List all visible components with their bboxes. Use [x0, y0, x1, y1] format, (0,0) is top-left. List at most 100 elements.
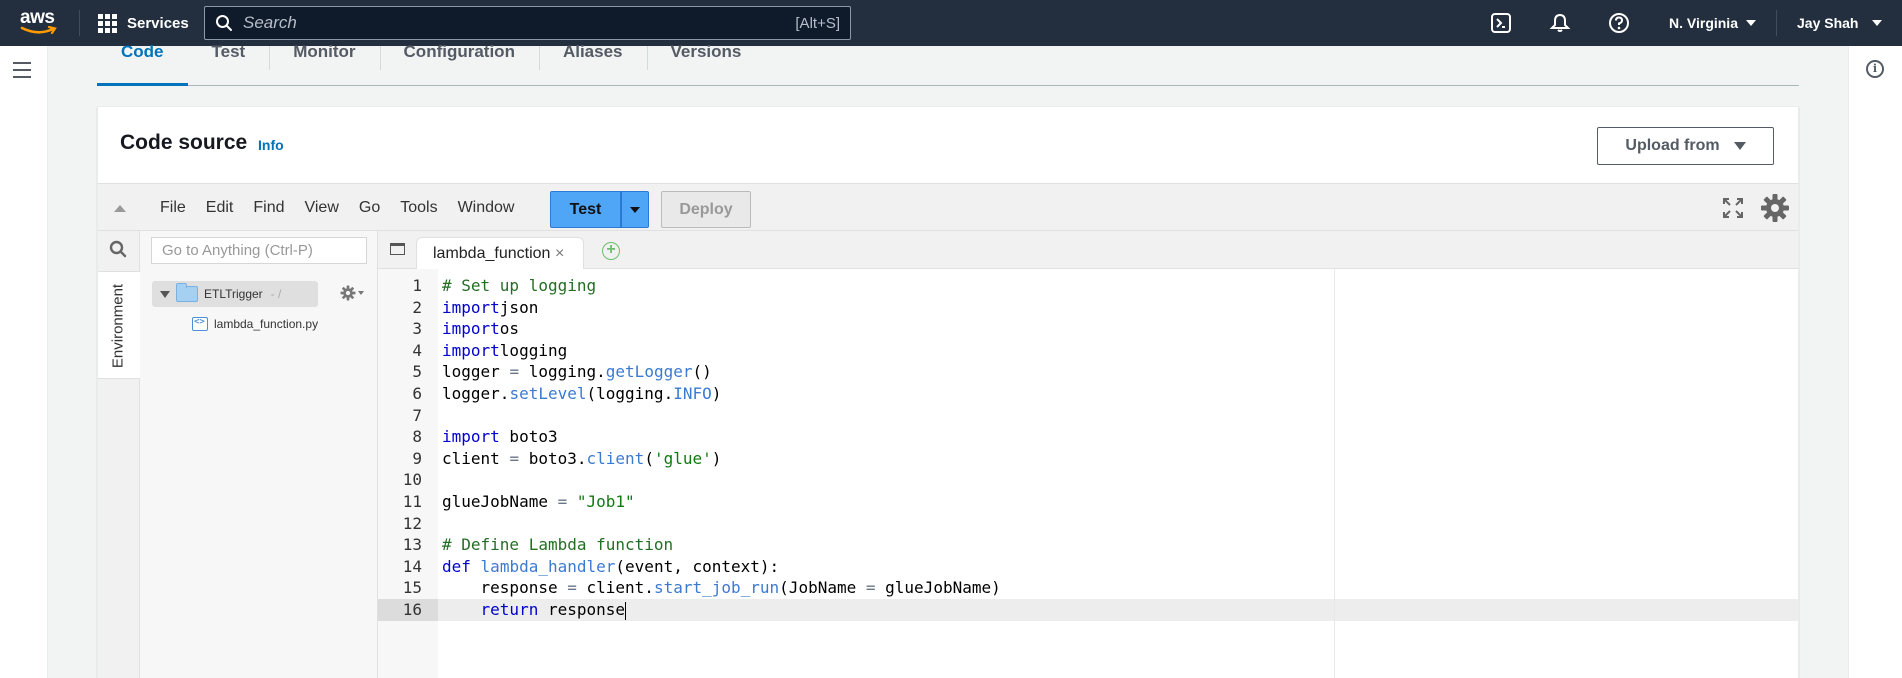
tree-settings-button[interactable] [340, 285, 364, 301]
tab-code[interactable]: Code [97, 43, 188, 86]
tree-root-folder[interactable]: ETLTrigger - / [152, 281, 318, 307]
python-file-icon [192, 317, 208, 331]
aws-logo[interactable]: aws [20, 8, 60, 38]
code-line: glueJobName = "Job1" [442, 491, 635, 513]
search-input[interactable] [243, 13, 796, 33]
line-number: 9 [412, 448, 422, 468]
help-icon[interactable] [1608, 12, 1630, 34]
menu-view[interactable]: View [294, 199, 348, 217]
editor-tab-label: lambda_function [433, 244, 551, 262]
code-line: def lambda_handler(event, context): [442, 556, 779, 578]
function-tabs: Code Test Monitor Configuration Aliases … [97, 43, 1799, 86]
code-token: boto3 [499, 427, 558, 447]
line-number: 2 [412, 297, 422, 317]
tab-configuration[interactable]: Configuration [379, 43, 539, 86]
account-menu[interactable]: Jay Shah [1797, 0, 1883, 46]
services-label: Services [127, 14, 189, 32]
test-button[interactable]: Test [550, 191, 621, 228]
top-navigation-bar: aws Services [Alt+S] N. Virginia [0, 0, 1902, 46]
editor-tab-bar: lambda_function × + [378, 231, 1798, 269]
fullscreen-icon[interactable] [1722, 197, 1744, 219]
code-token: = [509, 362, 520, 382]
aws-smile-icon [20, 26, 57, 35]
line-number: 3 [412, 319, 422, 339]
tree-file-label: lambda_function.py [214, 317, 319, 331]
code-line: importjson [442, 297, 538, 319]
tab-versions[interactable]: Versions [646, 43, 766, 86]
services-menu-button[interactable]: Services [98, 0, 189, 46]
environment-tab[interactable]: Environment [98, 271, 140, 379]
code-source-panel: Code source Info Upload from File Edit F… [97, 106, 1799, 678]
menu-icon[interactable] [13, 62, 31, 78]
code-line: # Define Lambda function [442, 534, 673, 556]
region-selector[interactable]: N. Virginia [1669, 0, 1756, 46]
menu-window[interactable]: Window [448, 199, 525, 217]
editor-tab-lambda-function[interactable]: lambda_function × [416, 237, 584, 269]
caret-down-icon [1733, 142, 1746, 150]
code-token: logger. [442, 384, 510, 403]
test-dropdown-button[interactable] [621, 191, 649, 228]
menu-file[interactable]: File [150, 199, 196, 217]
side-search-row [98, 231, 140, 269]
test-split-button: Test [550, 191, 649, 228]
tree-root-path: - / [270, 287, 282, 301]
tab-aliases[interactable]: Aliases [538, 43, 647, 86]
nav-separator [1776, 10, 1777, 36]
go-to-anything-input[interactable] [151, 237, 367, 264]
menu-edit[interactable]: Edit [196, 199, 244, 217]
user-name: Jay Shah [1797, 15, 1859, 31]
line-number: 5 [412, 362, 422, 382]
right-rail: i [1848, 46, 1902, 678]
chevron-down-icon [1872, 20, 1883, 26]
code-token: import [442, 297, 500, 317]
line-number: 4 [412, 340, 422, 360]
code-token: 'glue' [653, 448, 712, 468]
close-icon[interactable]: × [555, 245, 564, 263]
grid-icon [98, 13, 117, 33]
panel-title: Code source [120, 131, 248, 154]
code-token: lambda_handler [480, 556, 616, 576]
triangle-down-icon[interactable] [160, 290, 170, 298]
code-token: "Job1" [576, 492, 635, 511]
code-editor[interactable]: # Set up logging importjson importos import… [438, 269, 1798, 678]
search-box[interactable]: [Alt+S] [204, 6, 851, 40]
line-number: 14 [402, 556, 422, 576]
info-panel-icon[interactable]: i [1866, 60, 1884, 78]
caret-down-icon [630, 206, 640, 213]
code-token: boto3. [519, 448, 587, 468]
tab-monitor[interactable]: Monitor [269, 43, 379, 86]
code-line: client = boto3.client('glue') [442, 448, 721, 470]
ide-menu: File Edit Find View Go Tools Window [150, 184, 524, 232]
left-rail [0, 46, 48, 678]
line-number: 16 [402, 600, 422, 619]
text-cursor [625, 601, 627, 620]
menu-go[interactable]: Go [349, 199, 390, 217]
code-line: response = client.start_job_run(JobName … [442, 577, 1001, 599]
menu-find[interactable]: Find [243, 199, 294, 217]
gear-icon[interactable] [1760, 193, 1790, 223]
collapse-menubar-icon[interactable] [114, 205, 126, 212]
line-number: 6 [412, 384, 422, 403]
deploy-button[interactable]: Deploy [661, 191, 751, 228]
code-token: = [557, 492, 568, 511]
code-token: ( [644, 448, 654, 468]
tree-file-item[interactable]: lambda_function.py [192, 317, 318, 331]
line-number: 12 [402, 513, 422, 533]
code-token: os [499, 319, 520, 339]
tab-list-icon[interactable] [390, 243, 405, 255]
active-line-highlight [438, 599, 1798, 621]
info-link[interactable]: Info [258, 137, 284, 153]
cloudshell-icon[interactable] [1490, 12, 1512, 34]
folder-icon [176, 283, 198, 302]
tab-test[interactable]: Test [188, 43, 270, 86]
search-icon[interactable] [109, 240, 127, 258]
line-number: 8 [412, 427, 422, 447]
code-token: = [509, 448, 520, 468]
bell-icon[interactable] [1549, 12, 1571, 34]
code-token: () [692, 362, 712, 382]
upload-from-button[interactable]: Upload from [1597, 127, 1774, 165]
print-margin [1334, 269, 1335, 678]
add-tab-icon[interactable]: + [602, 242, 620, 260]
menu-tools[interactable]: Tools [390, 199, 447, 217]
